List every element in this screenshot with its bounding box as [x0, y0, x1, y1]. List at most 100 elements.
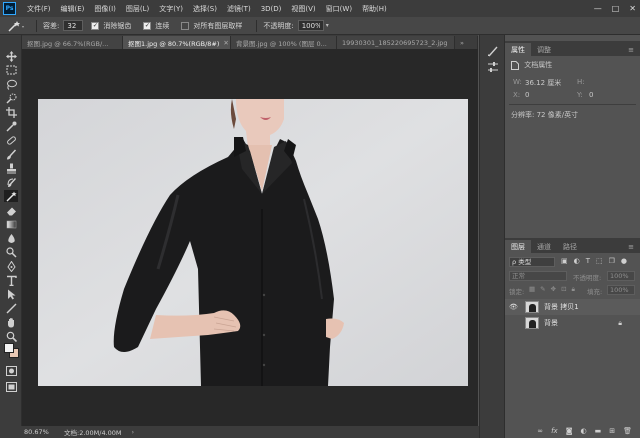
clone-stamp-tool-icon[interactable] [4, 162, 18, 174]
tab-document-1[interactable]: 抠图.jpg @ 66.7%(RGB/... [22, 36, 123, 49]
magic-wand-icon [8, 20, 24, 32]
blend-mode-select[interactable]: 正常 [509, 271, 567, 281]
menu-view[interactable]: 视图(V) [286, 4, 320, 14]
foreground-color-swatch[interactable] [4, 343, 14, 353]
eraser-tool-icon[interactable] [4, 204, 18, 216]
tab-paths[interactable]: 路径 [557, 240, 583, 253]
tab-layers[interactable]: 图层 [505, 240, 531, 253]
contiguous-label: 连续 [155, 21, 170, 30]
canvas-area[interactable] [22, 49, 478, 426]
menu-window[interactable]: 窗口(W) [321, 4, 357, 14]
brush-settings-icon[interactable] [486, 45, 500, 57]
history-brush-tool-icon[interactable] [4, 176, 18, 188]
menu-edit[interactable]: 编辑(E) [56, 4, 90, 14]
pen-tool-icon[interactable] [4, 260, 18, 272]
folder-icon[interactable]: ▬ [595, 427, 602, 435]
fill-input[interactable]: 100% [607, 285, 635, 295]
new-layer-icon[interactable]: ⊞ [609, 427, 615, 435]
fx-icon[interactable]: fx [551, 427, 558, 435]
lock-transparency-icon[interactable]: ▦ [529, 285, 535, 294]
menu-filter[interactable]: 滤镜(T) [222, 4, 256, 14]
opacity-input[interactable] [297, 20, 324, 31]
width-value[interactable]: 36.12 厘米 [525, 78, 561, 88]
menu-select[interactable]: 选择(S) [188, 4, 222, 14]
x-value[interactable]: 0 [525, 91, 529, 99]
menu-image[interactable]: 图像(I) [89, 4, 121, 14]
gradient-tool-icon[interactable] [4, 218, 18, 230]
magic-wand-tool-icon[interactable] [4, 190, 18, 202]
close-icon[interactable]: ✕ [629, 4, 636, 13]
adjustment-icon[interactable]: ◐ [581, 427, 587, 435]
lasso-tool-icon[interactable] [4, 78, 18, 90]
eyedropper-tool-icon[interactable] [4, 120, 18, 132]
menu-file[interactable]: 文件(F) [22, 4, 56, 14]
magic-wand-tool-preset[interactable] [6, 19, 30, 33]
menu-type[interactable]: 文字(Y) [154, 4, 188, 14]
tolerance-input[interactable] [63, 20, 84, 31]
hand-tool-icon[interactable] [4, 316, 18, 328]
antialias-checkbox[interactable]: ✓ [91, 21, 100, 30]
spot-healing-brush-icon[interactable] [4, 134, 18, 146]
menu-help[interactable]: 帮助(H) [357, 4, 392, 14]
brush-tool-icon[interactable] [4, 148, 18, 160]
tab-document-4[interactable]: 19930301_185220695723_2.jpg [337, 36, 455, 49]
quick-selection-tool-icon[interactable] [4, 92, 18, 104]
adjust-sliders-icon[interactable] [486, 61, 500, 73]
menu-layer[interactable]: 图层(L) [121, 4, 154, 14]
photoshop-logo-icon[interactable]: Ps [3, 2, 16, 15]
tab-properties[interactable]: 属性 [505, 43, 531, 56]
dodge-tool-icon[interactable] [4, 246, 18, 258]
opacity-dropdown-icon[interactable]: ▾ [326, 22, 329, 29]
blur-tool-icon[interactable] [4, 232, 18, 244]
tab-channels[interactable]: 通道 [531, 240, 557, 253]
document-canvas-photo[interactable] [38, 99, 468, 386]
layer-filter-select[interactable]: ρ 类型 [509, 257, 555, 267]
contiguous-checkbox[interactable]: ✓ [143, 21, 152, 30]
layer-filter-icons: ▣ ◐ T ⬚ ❐ ● [561, 257, 627, 265]
trash-icon[interactable]: 🗑︎ [623, 427, 632, 435]
smart-object-filter-icon[interactable]: ❐ [609, 257, 615, 265]
adjustment-filter-icon[interactable]: ◐ [574, 257, 580, 265]
tab-document-3[interactable]: 背景图.jpg @ 100% (图层 0... [231, 36, 337, 49]
crop-tool-icon[interactable] [4, 106, 18, 118]
path-selection-tool-icon[interactable] [4, 288, 18, 300]
zoom-level[interactable]: 80.67% [24, 428, 64, 436]
layer-opacity-input[interactable]: 100% [607, 271, 635, 281]
sample-all-layers-checkbox[interactable] [181, 21, 190, 30]
shape-filter-icon[interactable]: ⬚ [596, 257, 603, 265]
type-filter-icon[interactable]: T [586, 257, 590, 265]
separator [36, 19, 37, 32]
panel-dock [479, 35, 505, 438]
minimize-icon[interactable]: — [594, 4, 602, 13]
y-value[interactable]: 0 [589, 91, 593, 99]
lock-position-icon[interactable]: ✥ [551, 285, 556, 294]
tab-adjustments[interactable]: 调整 [531, 43, 557, 56]
zoom-tool-icon[interactable] [4, 330, 18, 342]
type-tool-icon[interactable] [4, 274, 18, 286]
mask-icon[interactable]: ◙ [566, 427, 573, 435]
layer-row[interactable]: 背景 🔒︎ [505, 315, 640, 331]
move-tool-icon[interactable] [4, 50, 18, 62]
filter-toggle-icon[interactable]: ● [621, 257, 627, 265]
close-tab-icon[interactable]: ✕ [223, 39, 228, 47]
properties-panel: 属性 调整 ≡ 文档属性 W: 36.12 厘米 H: X: 0 Y: 0 分辨… [505, 41, 640, 234]
panel-menu-icon[interactable]: ≡ [622, 43, 640, 56]
resolution-text: 分辨率: 72 像素/英寸 [511, 111, 579, 119]
link-icon[interactable]: ∞ [537, 427, 543, 435]
tab-document-2[interactable]: 抠图1.jpg @ 80.7%(RGB/8#) ✕ [123, 36, 231, 49]
maximize-icon[interactable]: □ [612, 4, 620, 13]
more-tabs-icon[interactable]: » [455, 36, 478, 49]
lock-pixels-icon[interactable]: ✎ [540, 285, 545, 294]
marquee-tool-icon[interactable] [4, 64, 18, 76]
line-tool-icon[interactable] [4, 302, 18, 314]
quick-mask-icon[interactable] [4, 365, 18, 377]
layers-menu-icon[interactable]: ≡ [622, 240, 640, 253]
lock-artboard-icon[interactable]: ⊡ [561, 285, 566, 294]
visibility-eye-icon[interactable]: 👁︎ [509, 303, 519, 311]
status-menu-icon[interactable]: › [132, 428, 135, 436]
pixel-filter-icon[interactable]: ▣ [561, 257, 568, 265]
menu-3d[interactable]: 3D(D) [256, 5, 287, 13]
layer-row[interactable]: 👁︎ 背景 拷贝1 [505, 299, 640, 315]
screen-mode-icon[interactable] [4, 381, 18, 393]
lock-all-icon[interactable]: 🔒︎ [572, 285, 575, 294]
